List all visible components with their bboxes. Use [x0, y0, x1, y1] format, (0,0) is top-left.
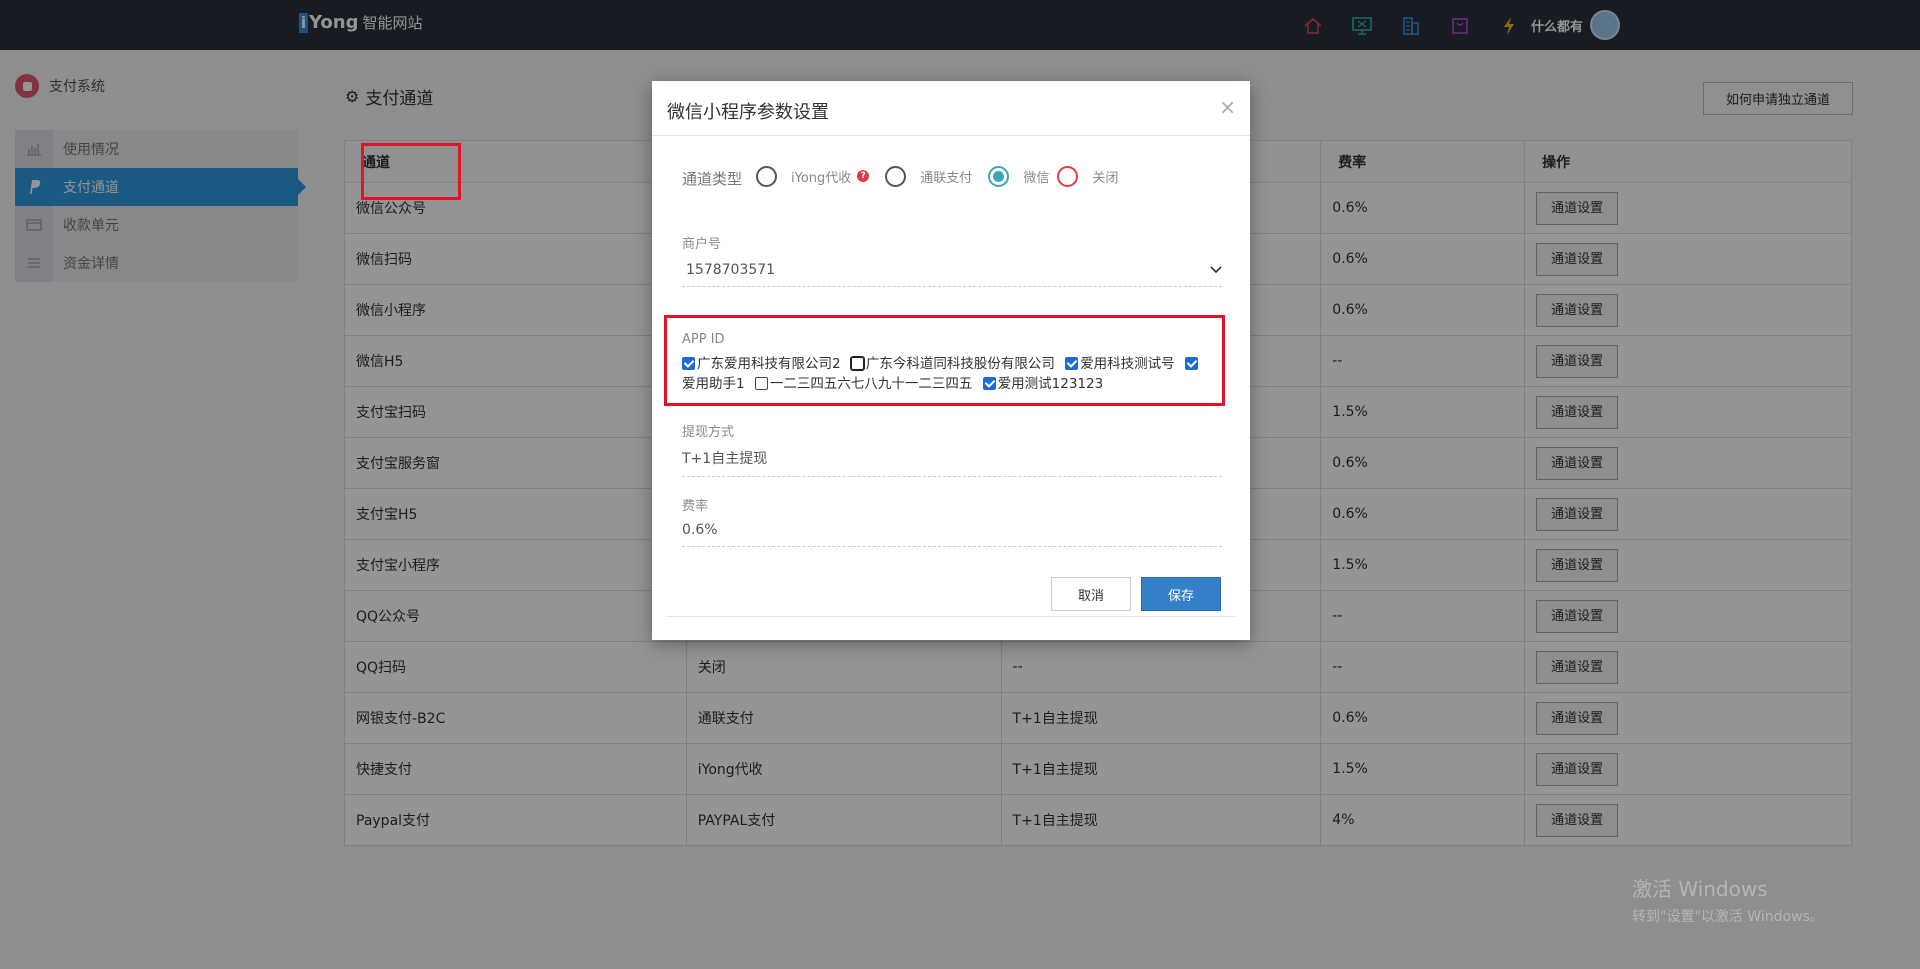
channel-type-wechat[interactable]: 微信 — [988, 165, 1050, 187]
rate-field: 费率 0.6% — [682, 495, 1222, 547]
save-button[interactable]: 保存 — [1141, 577, 1221, 611]
rate-label: 费率 — [682, 499, 709, 514]
merchant-label: 商户号 — [682, 237, 722, 252]
radio-label: iYong代收 — [791, 170, 852, 186]
close-icon[interactable]: × — [1219, 95, 1236, 119]
withdraw-label: 提现方式 — [682, 425, 735, 440]
radio-iyong[interactable] — [756, 165, 778, 187]
merchant-select[interactable]: 1578703571 — [682, 262, 1222, 287]
highlight-box-wechat — [361, 143, 461, 200]
dialog-footer-divider — [667, 616, 1235, 617]
withdraw-field: 提现方式 T+1自主提现 — [682, 421, 1222, 477]
merchant-value: 1578703571 — [686, 262, 776, 278]
radio-label: 微信 — [1023, 170, 1050, 186]
channel-type-group: 通道类型 iYong代收 ? 通联支付 微信 关闭 — [682, 163, 1134, 189]
channel-type-closed[interactable]: 关闭 — [1057, 165, 1119, 187]
channel-type-allinpay[interactable]: 通联支付 — [885, 165, 973, 187]
cancel-button[interactable]: 取消 — [1051, 577, 1131, 611]
channel-type-iyong[interactable]: iYong代收 ? — [756, 165, 870, 187]
watermark-line1: 激活 Windows — [1632, 877, 1768, 901]
dialog-title: 微信小程序参数设置 — [667, 102, 829, 123]
watermark-line2: 转到"设置"以激活 Windows。 — [1632, 909, 1824, 925]
rate-value[interactable]: 0.6% — [682, 522, 1222, 547]
radio-label: 通联支付 — [920, 170, 973, 186]
radio-closed[interactable] — [1057, 165, 1079, 187]
radio-label: 关闭 — [1092, 170, 1119, 186]
withdraw-value[interactable]: T+1自主提现 — [682, 448, 1222, 477]
radio-allinpay[interactable] — [885, 165, 907, 187]
chevron-down-icon — [1210, 262, 1222, 278]
dialog-header: 微信小程序参数设置 × — [652, 81, 1250, 136]
radio-wechat[interactable] — [988, 165, 1010, 187]
windows-activation-watermark: 激活 Windows 转到"设置"以激活 Windows。 — [1632, 873, 1824, 926]
merchant-field: 商户号 1578703571 — [682, 233, 1222, 287]
help-icon[interactable]: ? — [857, 170, 870, 182]
highlight-box-appid — [664, 315, 1225, 406]
channel-type-label: 通道类型 — [682, 170, 743, 188]
